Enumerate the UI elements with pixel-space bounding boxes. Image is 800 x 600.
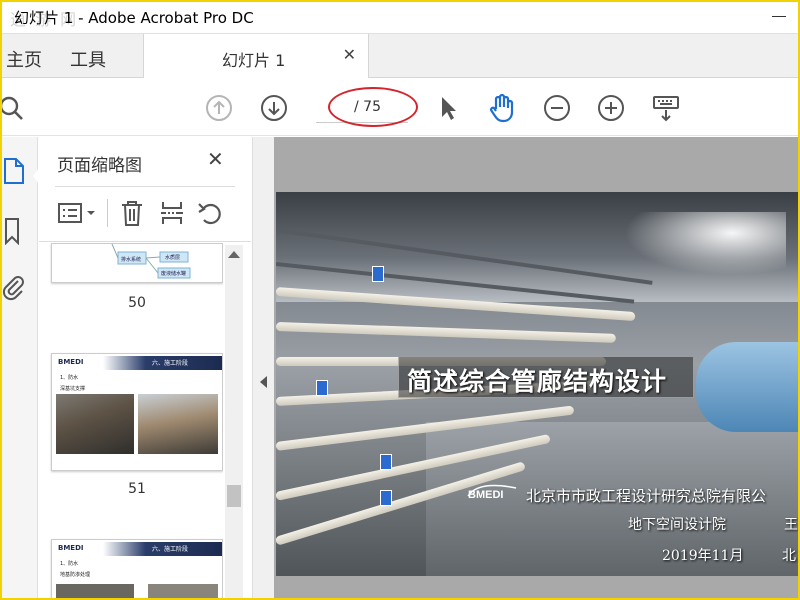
thumbnail-photo <box>138 394 218 454</box>
options-menu-icon[interactable] <box>55 199 99 227</box>
thumbnail-text: 1、防水 <box>60 375 79 381</box>
window-title: 幻灯片 1 - Adobe Acrobat Pro DC <box>14 9 254 27</box>
page-up-icon[interactable] <box>204 93 234 123</box>
thumbnail-photo <box>148 584 218 600</box>
pipe-label-tag <box>316 380 328 396</box>
thumbnail-page-number: 50 <box>128 295 146 311</box>
close-panel-icon[interactable]: ✕ <box>207 147 224 171</box>
pipe-label-tag <box>380 490 392 506</box>
minimize-button[interactable] <box>772 16 786 17</box>
pipe-label-tag <box>372 266 384 282</box>
thumbnail-page-50[interactable]: 排水系统 水质层 废液储水罐 <box>51 243 223 283</box>
thumbnail-page-number: 51 <box>128 481 146 497</box>
divider <box>55 186 235 187</box>
collapse-arrow-icon[interactable] <box>260 376 267 388</box>
thumbnail-label: 排水系统 <box>121 256 141 263</box>
tab-document-label: 幻灯片 1 <box>222 51 286 70</box>
search-icon[interactable] <box>0 93 26 123</box>
thumbnail-photo <box>56 394 134 454</box>
page-thumbnails-panel: 页面缩略图 ✕ 排水系统 水质层 废液储水罐 50 BMEDI 六、施工阶段 1… <box>39 137 251 600</box>
zoom-in-icon[interactable] <box>596 93 626 123</box>
logo-text: BMEDI <box>468 489 503 500</box>
tab-home[interactable]: 主页 <box>6 46 42 72</box>
thumbnail-photo <box>56 584 134 600</box>
close-tab-icon[interactable]: ✕ <box>343 45 356 64</box>
thumbnail-heading: 六、施工阶段 <box>152 546 189 553</box>
panel-collapse-handle[interactable] <box>252 137 274 600</box>
page-down-icon[interactable] <box>259 93 289 123</box>
slide-title-box: 简述综合管廊结构设计 <box>398 356 694 398</box>
annotation-ellipse <box>328 87 418 127</box>
thumbnail-page-51[interactable]: BMEDI 六、施工阶段 1、防水 深基坑支撑 <box>51 353 223 471</box>
panel-title: 页面缩略图 <box>57 156 142 176</box>
hand-tool-icon[interactable] <box>487 93 517 123</box>
slide-date-suffix: 北 <box>782 548 796 564</box>
large-blue-pipe <box>696 342 800 432</box>
pipe-label-tag <box>380 454 392 470</box>
scroll-thumb[interactable] <box>227 485 241 507</box>
title-bar: 逍 游 网 幻灯片 1 - Adobe Acrobat Pro DC <box>0 0 800 34</box>
panel-pointer <box>33 168 39 184</box>
zoom-out-icon[interactable] <box>542 93 572 123</box>
navigation-rail <box>0 137 38 600</box>
tab-document[interactable]: 幻灯片 1 ✕ <box>143 34 369 78</box>
thumbnail-text: 地基防渗处理 <box>60 572 91 578</box>
attachment-icon[interactable] <box>2 273 26 301</box>
thumbnail-header-bar: BMEDI 六、施工阶段 <box>52 542 222 556</box>
thumbnail-logo: BMEDI <box>58 358 84 366</box>
thumbnail-label: 废液储水罐 <box>161 270 186 277</box>
thumbnail-scrollbar[interactable] <box>225 245 243 600</box>
thumbnail-text: 深基坑支撑 <box>60 386 86 392</box>
scroll-up-arrow-icon[interactable] <box>228 251 240 258</box>
delete-page-icon[interactable] <box>117 199 147 227</box>
slide-title: 简述综合管廊结构设计 <box>407 367 668 396</box>
divider <box>107 199 108 227</box>
thumbnail-page-52[interactable]: BMEDI 六、施工阶段 1、防水 地基防渗处理 <box>51 539 223 600</box>
thumbnail-header-bar: BMEDI 六、施工阶段 <box>52 356 222 370</box>
select-cursor-icon[interactable] <box>433 93 463 123</box>
thumbnail-label: 水质层 <box>165 254 180 261</box>
rotate-page-icon[interactable] <box>195 199 225 227</box>
thumbnail-text: 1、防水 <box>60 561 79 567</box>
ceiling-lights <box>606 212 786 282</box>
slide-date: 2019年11月 <box>662 548 744 564</box>
thumbnail-diagram: 排水系统 水质层 废液储水罐 <box>111 243 191 279</box>
thumbnail-heading: 六、施工阶段 <box>152 360 189 367</box>
bookmark-icon[interactable] <box>2 217 26 246</box>
panel-toolbar <box>55 195 251 231</box>
divider <box>39 241 251 242</box>
page-thumbnails-icon[interactable] <box>2 157 26 184</box>
tab-tools[interactable]: 工具 <box>70 46 106 72</box>
slide-org: 北京市市政工程设计研究总院有限公 <box>526 487 767 505</box>
bmedi-logo: BMEDI <box>466 482 518 501</box>
keyboard-icon[interactable] <box>651 93 681 123</box>
pipe <box>276 322 616 343</box>
thumbnail-list: 排水系统 水质层 废液储水罐 50 BMEDI 六、施工阶段 1、防水 深基坑支… <box>39 243 223 600</box>
tab-bar: 主页 工具 幻灯片 1 ✕ <box>0 34 800 78</box>
thumbnail-logo: BMEDI <box>58 544 84 552</box>
slide-dept-suffix: 王 <box>784 517 798 533</box>
insert-page-icon[interactable] <box>157 199 187 227</box>
slide-dept: 地下空间设计院 <box>628 517 726 533</box>
